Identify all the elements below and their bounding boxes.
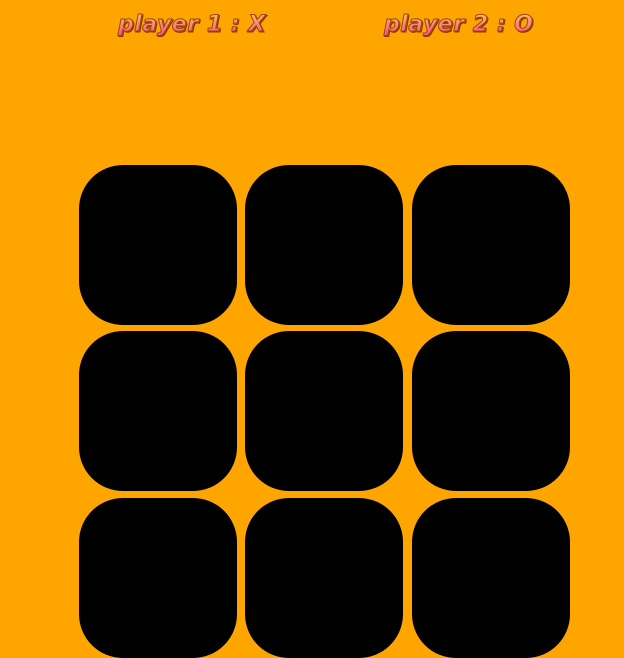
board-cell-1[interactable] bbox=[79, 165, 237, 325]
board-cell-6[interactable] bbox=[412, 331, 570, 491]
board-cell-4[interactable] bbox=[79, 331, 237, 491]
board-cell-8[interactable] bbox=[245, 498, 403, 658]
player-1-label: player 1 : X bbox=[118, 8, 278, 42]
board-cell-9[interactable] bbox=[412, 498, 570, 658]
board-cell-7[interactable] bbox=[79, 498, 237, 658]
board-cell-5[interactable] bbox=[245, 331, 403, 491]
board-cell-3[interactable] bbox=[412, 165, 570, 325]
player-2-label: player 2 : O bbox=[384, 8, 554, 42]
game-board bbox=[79, 165, 570, 658]
board-cell-2[interactable] bbox=[245, 165, 403, 325]
